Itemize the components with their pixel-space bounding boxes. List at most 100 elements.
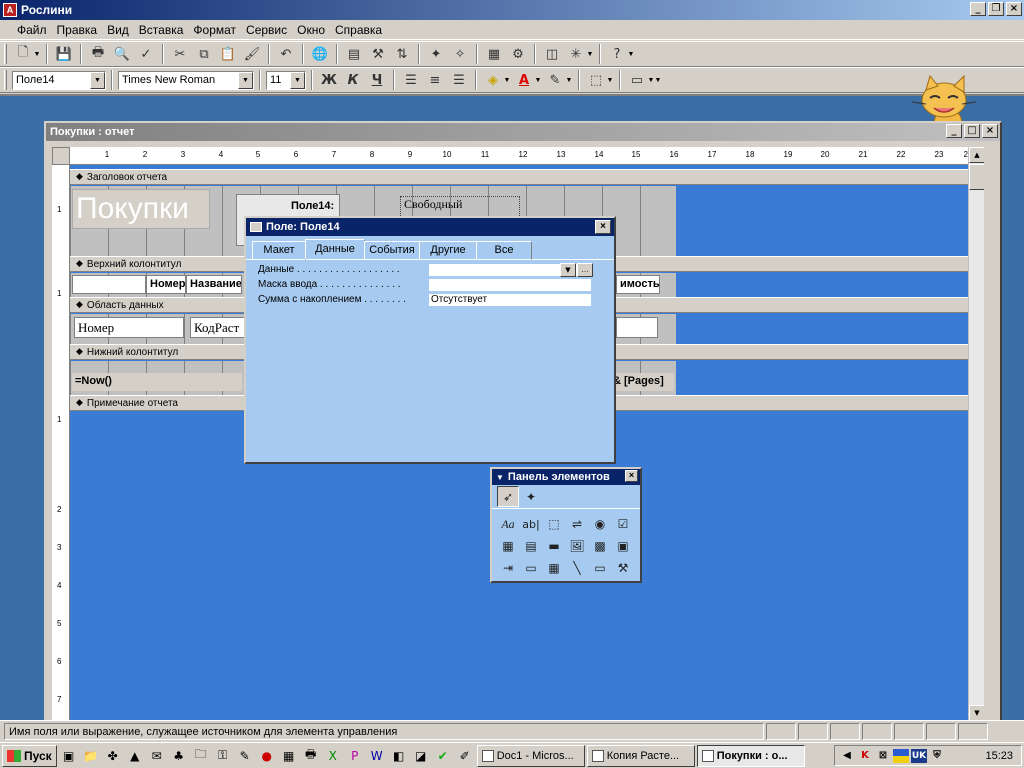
close-button[interactable]: × bbox=[1006, 2, 1022, 16]
view-dropdown-icon[interactable]: ▼ bbox=[33, 51, 41, 58]
report-maximize-button[interactable]: □ bbox=[964, 124, 980, 138]
menu-help[interactable]: Справка bbox=[330, 23, 387, 37]
start-button[interactable]: Пуск bbox=[2, 744, 57, 767]
media-icon[interactable]: ● bbox=[257, 746, 277, 766]
volume-icon[interactable]: ◀ bbox=[839, 749, 855, 763]
special-effect-icon[interactable]: ▭ bbox=[626, 69, 648, 91]
input-mask-input[interactable] bbox=[428, 277, 592, 292]
header-empty-label[interactable] bbox=[72, 275, 146, 294]
line-color-icon[interactable]: ✎ bbox=[544, 69, 566, 91]
combobox-tool-icon[interactable]: ▦ bbox=[497, 536, 519, 557]
task-word-doc[interactable]: Doc1 - Micros... bbox=[476, 744, 585, 767]
option-group-tool-icon[interactable]: ⬚ bbox=[543, 514, 565, 535]
scroll-up-icon[interactable]: ▲ bbox=[969, 147, 984, 163]
align-right-icon[interactable]: ☰ bbox=[448, 69, 470, 91]
unbound-object-tool-icon[interactable]: ▩ bbox=[589, 536, 611, 557]
checkbox-tool-icon[interactable]: ☑ bbox=[612, 514, 634, 535]
section-report-header[interactable]: ◆ Заголовок отчета bbox=[70, 169, 984, 185]
line-tool-icon[interactable]: ╲ bbox=[566, 558, 588, 579]
rectangle-tool-icon[interactable]: ▭ bbox=[589, 558, 611, 579]
cut-icon[interactable]: ✂ bbox=[169, 43, 191, 65]
textbox-tool-icon[interactable]: ab| bbox=[520, 514, 542, 535]
antivirus-icon[interactable]: K bbox=[857, 749, 873, 763]
help-icon[interactable]: ? bbox=[606, 43, 628, 65]
outlook-icon[interactable]: ◪ bbox=[411, 746, 431, 766]
builder-ellipsis-icon[interactable]: … bbox=[577, 262, 593, 277]
language-indicator[interactable]: UK bbox=[911, 748, 927, 763]
listbox-tool-icon[interactable]: ▤ bbox=[520, 536, 542, 557]
toolbar-options-icon[interactable]: ▼ bbox=[654, 77, 662, 84]
line-color-dropdown-icon[interactable]: ▼ bbox=[565, 77, 573, 84]
menu-insert[interactable]: Вставка bbox=[134, 23, 189, 37]
help-dropdown-icon[interactable]: ▼ bbox=[627, 51, 635, 58]
menu-window[interactable]: Окно bbox=[292, 23, 330, 37]
header-number-label[interactable]: Номер bbox=[146, 275, 186, 294]
security-shield-icon[interactable]: ⛨ bbox=[929, 749, 945, 763]
new-object-dropdown-icon[interactable]: ▼ bbox=[586, 51, 594, 58]
toggle-button-tool-icon[interactable]: ⇌ bbox=[566, 514, 588, 535]
font-color-dropdown-icon[interactable]: ▼ bbox=[534, 77, 542, 84]
database-window-icon[interactable]: ◫ bbox=[541, 43, 563, 65]
toolbox-title-bar[interactable]: ▼ Панель элементов × bbox=[492, 469, 640, 485]
italic-icon[interactable]: К bbox=[342, 69, 364, 91]
tab-control-tool-icon[interactable]: ▭ bbox=[520, 558, 542, 579]
frontpage-icon[interactable]: ◧ bbox=[389, 746, 409, 766]
publisher-icon[interactable]: P bbox=[345, 746, 365, 766]
undo-icon[interactable]: ↶ bbox=[275, 43, 297, 65]
chevron-down-icon[interactable]: ▼ bbox=[238, 71, 253, 89]
image-tool-icon[interactable]: 🖼 bbox=[566, 536, 588, 557]
task-report[interactable]: Покупки : о... bbox=[696, 744, 805, 767]
checkmark-icon[interactable]: ✔ bbox=[433, 746, 453, 766]
footer-pages-field[interactable]: & [Pages] bbox=[610, 373, 674, 391]
print-icon[interactable]: 🖶 bbox=[87, 43, 109, 65]
menu-tools[interactable]: Сервис bbox=[241, 23, 292, 37]
font-size-select[interactable]: 11 ▼ bbox=[266, 70, 306, 90]
field-list-icon[interactable]: ▤ bbox=[343, 43, 365, 65]
menu-view[interactable]: Вид bbox=[102, 23, 134, 37]
tab-other[interactable]: Другие bbox=[419, 241, 477, 260]
running-sum-input[interactable]: Отсутствует bbox=[428, 292, 592, 307]
header-name-label[interactable]: Название bbox=[186, 275, 242, 294]
detail-number-field[interactable]: Номер bbox=[74, 317, 184, 338]
toolbox-close-button[interactable]: × bbox=[625, 470, 638, 482]
restore-button[interactable]: ❐ bbox=[988, 2, 1004, 16]
view-icon[interactable]: 🗋 bbox=[12, 43, 34, 65]
paint-icon[interactable]: ✎ bbox=[235, 746, 255, 766]
access-quick-icon[interactable]: ⚿ bbox=[213, 746, 233, 766]
report-title-label[interactable]: Покупки bbox=[72, 189, 210, 229]
menu-format[interactable]: Формат bbox=[188, 23, 241, 37]
paste-icon[interactable]: 📋 bbox=[217, 43, 239, 65]
more-controls-tool-icon[interactable]: ⚒ bbox=[612, 558, 634, 579]
access-app-icon[interactable]: A bbox=[3, 3, 17, 17]
folder-icon[interactable]: 🗀 bbox=[191, 746, 211, 766]
toolbar-grip[interactable] bbox=[4, 70, 7, 90]
build-icon[interactable]: ⚙ bbox=[507, 43, 529, 65]
line-width-dropdown-icon[interactable]: ▼ bbox=[606, 77, 614, 84]
property-sheet-close-button[interactable]: × bbox=[595, 220, 611, 234]
scrollbar-thumb[interactable] bbox=[969, 164, 984, 190]
fill-color-icon[interactable]: ◈ bbox=[482, 69, 504, 91]
network-status-icon[interactable]: ⊠ bbox=[875, 749, 891, 763]
menu-file[interactable]: Файл bbox=[12, 23, 52, 37]
properties-icon[interactable]: ▦ bbox=[483, 43, 505, 65]
hyperlink-icon[interactable]: 🌐 bbox=[309, 43, 331, 65]
explorer-icon[interactable]: 📁 bbox=[81, 746, 101, 766]
detail-cost-field[interactable] bbox=[616, 317, 658, 338]
print-preview-icon[interactable]: 🔍 bbox=[111, 43, 133, 65]
ruler-corner[interactable] bbox=[52, 147, 70, 165]
new-object-icon[interactable]: ✳ bbox=[565, 43, 587, 65]
footer-now-field[interactable]: =Now() bbox=[72, 373, 242, 391]
label-tool-icon[interactable]: Aa bbox=[497, 514, 519, 535]
property-sheet-title-bar[interactable]: Поле: Поле14 × bbox=[246, 218, 614, 236]
toolbox-menu-icon[interactable]: ▼ bbox=[496, 473, 504, 482]
word-icon[interactable]: W bbox=[367, 746, 387, 766]
bold-icon[interactable]: Ж bbox=[318, 69, 340, 91]
game-icon[interactable]: ♣ bbox=[169, 746, 189, 766]
report-window-title-bar[interactable]: Покупки : отчет _ □ × bbox=[46, 123, 1000, 141]
chevron-down-icon[interactable]: ▼ bbox=[290, 71, 305, 89]
task-copy[interactable]: Копия Расте... bbox=[586, 744, 695, 767]
excel-icon[interactable]: X bbox=[323, 746, 343, 766]
align-left-icon[interactable]: ☰ bbox=[400, 69, 422, 91]
toolbox-icon[interactable]: ⚒ bbox=[367, 43, 389, 65]
tab-data[interactable]: Данные bbox=[305, 239, 365, 259]
